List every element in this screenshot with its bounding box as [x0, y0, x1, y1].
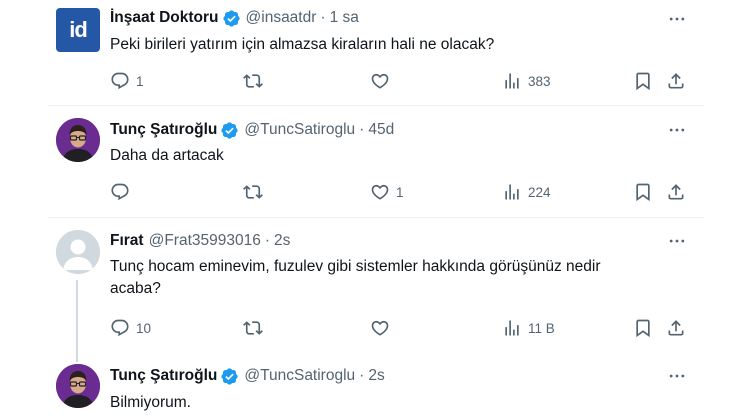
- share-button[interactable]: [666, 179, 686, 205]
- avatar-default[interactable]: [56, 230, 100, 274]
- bookmark-button[interactable]: [633, 179, 653, 205]
- verified-badge-icon: [222, 9, 241, 28]
- views-button[interactable]: 383: [502, 68, 551, 94]
- views-button[interactable]: 224: [502, 179, 551, 205]
- tweet-header: Tunç Şatıroğlu @TuncSatiroglu · 2s: [110, 365, 385, 387]
- bookmark-button[interactable]: [633, 68, 653, 94]
- author-handle[interactable]: @TuncSatiroglu: [244, 121, 355, 139]
- tweet-header: Fırat @Frat35993016 · 2s: [110, 230, 290, 252]
- tweet-4[interactable]: Tunç Şatıroğlu @TuncSatiroglu · 2s Bilmi…: [0, 362, 730, 420]
- author-handle[interactable]: @TuncSatiroglu: [244, 367, 355, 385]
- tweet-text: Peki birileri yatırım için almazsa kiral…: [110, 36, 495, 53]
- author-name[interactable]: İnşaat Doktoru: [110, 9, 219, 27]
- avatar-insaat-doktoru[interactable]: id: [56, 8, 100, 52]
- reply-icon: [111, 183, 129, 201]
- view-count: 224: [528, 184, 551, 200]
- tweet-text: Daha da artacak: [110, 147, 224, 164]
- reply-button[interactable]: 10: [110, 315, 151, 341]
- tweet-header: Tunç Şatıroğlu @TuncSatiroglu · 45d: [110, 119, 394, 141]
- like-icon: [371, 184, 389, 200]
- separator-dot: ·: [359, 121, 365, 138]
- share-button[interactable]: [666, 315, 686, 341]
- tweet-timestamp[interactable]: 1 sa: [330, 9, 359, 27]
- separator-dot: ·: [320, 9, 326, 26]
- retweet-button[interactable]: [243, 68, 263, 94]
- more-icon[interactable]: [666, 8, 688, 30]
- like-count: 1: [396, 184, 404, 200]
- author-handle[interactable]: @insaatdr: [246, 9, 317, 27]
- avatar-tunc-satiroglu[interactable]: [56, 118, 100, 162]
- share-icon: [668, 320, 684, 336]
- tweet-text-line: Tunç hocam eminevim, fuzulev gibi sistem…: [110, 258, 601, 275]
- tweet-timestamp[interactable]: 2s: [368, 367, 384, 385]
- like-button[interactable]: [370, 315, 390, 341]
- share-icon: [668, 73, 684, 89]
- share-icon: [668, 184, 684, 200]
- views-icon: [505, 184, 519, 200]
- tweet-3[interactable]: Fırat @Frat35993016 · 2s Tunç hocam emin…: [0, 224, 730, 362]
- action-bar: 1 383: [0, 68, 730, 94]
- action-bar: 1 224: [0, 179, 730, 205]
- retweet-button[interactable]: [243, 315, 263, 341]
- bookmark-icon: [636, 72, 650, 91]
- like-icon: [371, 320, 389, 336]
- like-button[interactable]: 1: [370, 179, 404, 205]
- verified-badge-icon: [220, 121, 239, 140]
- avatar-photo: [56, 364, 100, 408]
- author-name[interactable]: Tunç Şatıroğlu: [110, 121, 217, 139]
- like-icon: [371, 73, 389, 89]
- retweet-button[interactable]: [243, 179, 263, 205]
- divider: [48, 105, 704, 106]
- more-icon[interactable]: [666, 230, 688, 252]
- views-icon: [505, 320, 519, 336]
- retweet-icon: [243, 74, 263, 88]
- view-count: 383: [528, 73, 551, 89]
- bookmark-icon: [636, 183, 650, 202]
- reply-button[interactable]: 1: [110, 68, 144, 94]
- tweet-header: İnşaat Doktoru @insaatdr · 1 sa: [110, 7, 359, 29]
- like-button[interactable]: [370, 68, 390, 94]
- more-icon[interactable]: [666, 119, 688, 141]
- divider: [48, 217, 704, 218]
- tweet-text: Tunç hocam eminevim, fuzulev gibi sistem…: [110, 256, 700, 300]
- retweet-icon: [243, 321, 263, 335]
- tweet-timestamp[interactable]: 2s: [274, 232, 290, 250]
- avatar-tunc-satiroglu[interactable]: [56, 364, 100, 408]
- retweet-icon: [243, 185, 263, 199]
- reply-icon: [111, 72, 129, 90]
- view-count: 11 B: [528, 320, 555, 336]
- avatar-photo: [56, 118, 100, 162]
- default-profile-icon: [56, 230, 100, 274]
- more-icon[interactable]: [666, 365, 688, 387]
- share-button[interactable]: [666, 68, 686, 94]
- views-button[interactable]: 11 B: [502, 315, 555, 341]
- reply-count: 1: [136, 73, 144, 89]
- bookmark-button[interactable]: [633, 315, 653, 341]
- tweet-timestamp[interactable]: 45d: [368, 121, 394, 139]
- author-name[interactable]: Fırat: [110, 232, 144, 250]
- action-bar: 10 11 B: [0, 315, 730, 341]
- separator-dot: ·: [359, 367, 365, 384]
- bookmark-icon: [636, 319, 650, 338]
- tweet-2[interactable]: Tunç Şatıroğlu @TuncSatiroglu · 45d Daha…: [0, 113, 730, 220]
- avatar-logo-text: id: [69, 17, 88, 42]
- tweet-1[interactable]: id İnşaat Doktoru @insaatdr · 1 sa Peki …: [0, 0, 730, 112]
- views-icon: [505, 73, 519, 89]
- reply-count: 10: [136, 320, 152, 336]
- verified-badge-icon: [220, 367, 239, 386]
- author-name[interactable]: Tunç Şatıroğlu: [110, 367, 217, 385]
- author-handle[interactable]: @Frat35993016: [149, 232, 261, 250]
- separator-dot: ·: [264, 232, 271, 249]
- reply-icon: [111, 319, 129, 337]
- tweet-text: Bilmiyorum.: [110, 394, 191, 411]
- reply-button[interactable]: [110, 179, 130, 205]
- tweet-text-line: acaba?: [110, 280, 161, 297]
